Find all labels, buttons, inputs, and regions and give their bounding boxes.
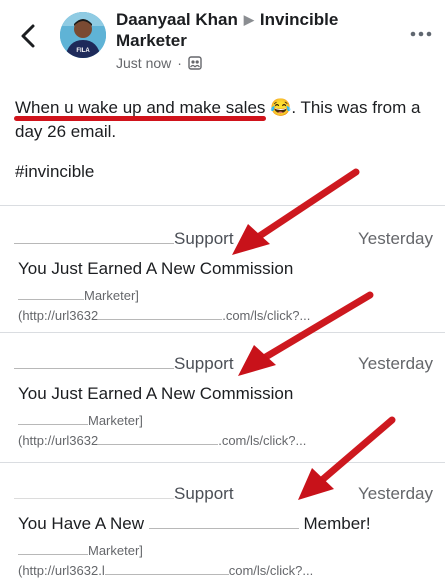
group-name-line2[interactable]: Marketer <box>116 31 187 51</box>
hashtag-link[interactable]: #invincible <box>15 162 94 182</box>
laughing-emoji: 😂 <box>270 98 292 117</box>
email-subject: You Just Earned A New Commission <box>18 259 294 278</box>
back-chevron-icon <box>21 24 35 48</box>
email-subject: You Just Earned A New Commission <box>18 384 294 403</box>
email-snippet-line2: (http://url3632 .com/ls/click?... <box>18 430 306 448</box>
email-snippet-line2: (http://url3632 .com/ls/click?... <box>18 305 310 323</box>
redacted-text <box>18 540 88 555</box>
redacted-text <box>148 514 299 529</box>
post-meta: Just now · <box>116 55 202 71</box>
email-row[interactable]: Support Yesterday You Just Earned A New … <box>0 205 445 332</box>
email-sender: Support <box>14 354 234 374</box>
right-triangle-icon: ▶ <box>243 12 254 27</box>
email-snippet-line2: (http://url3632.l com/ls/click?... <box>18 560 313 578</box>
email-date: Yesterday <box>358 229 433 248</box>
svg-text:FILA: FILA <box>76 48 90 54</box>
avatar[interactable]: FILA <box>60 12 106 58</box>
redacted-text <box>98 430 219 445</box>
email-snippet-line1: Marketer] <box>18 540 143 558</box>
red-underline-annotation <box>14 116 266 121</box>
redacted-text <box>98 305 223 320</box>
author-name[interactable]: Daanyaal Khan <box>116 10 238 29</box>
email-date: Yesterday <box>358 354 433 373</box>
more-options-button[interactable] <box>409 26 433 42</box>
group-name[interactable]: Invincible <box>260 10 338 29</box>
post-highlight-text: When u wake up and make sales <box>15 98 266 117</box>
email-snippet-line1: Marketer] <box>18 285 139 303</box>
email-sender: Support <box>14 484 234 504</box>
audience-icon <box>188 56 202 70</box>
redacted-sender <box>14 229 174 244</box>
meta-separator: · <box>177 55 182 71</box>
email-row[interactable]: Support Yesterday You Just Earned A New … <box>0 330 445 460</box>
post-header: FILA Daanyaal Khan ▶ Invincible Marketer J… <box>0 0 445 80</box>
email-subject: You Have A New Member! <box>18 514 371 533</box>
email-sender: Support <box>14 229 234 249</box>
redacted-text <box>18 410 88 425</box>
redacted-text <box>18 285 84 300</box>
back-button[interactable] <box>16 22 42 50</box>
email-date: Yesterday <box>358 484 433 503</box>
email-row[interactable]: Support Yesterday You Have A New Member!… <box>0 460 445 580</box>
redacted-sender <box>14 354 174 369</box>
redacted-sender <box>14 484 174 499</box>
more-options-icon <box>410 31 432 37</box>
redacted-text <box>104 560 229 575</box>
email-snippet-line1: Marketer] <box>18 410 143 428</box>
author-group-line: Daanyaal Khan ▶ Invincible <box>116 10 338 30</box>
post-time[interactable]: Just now <box>116 55 171 71</box>
avatar-photo: FILA <box>60 12 106 58</box>
